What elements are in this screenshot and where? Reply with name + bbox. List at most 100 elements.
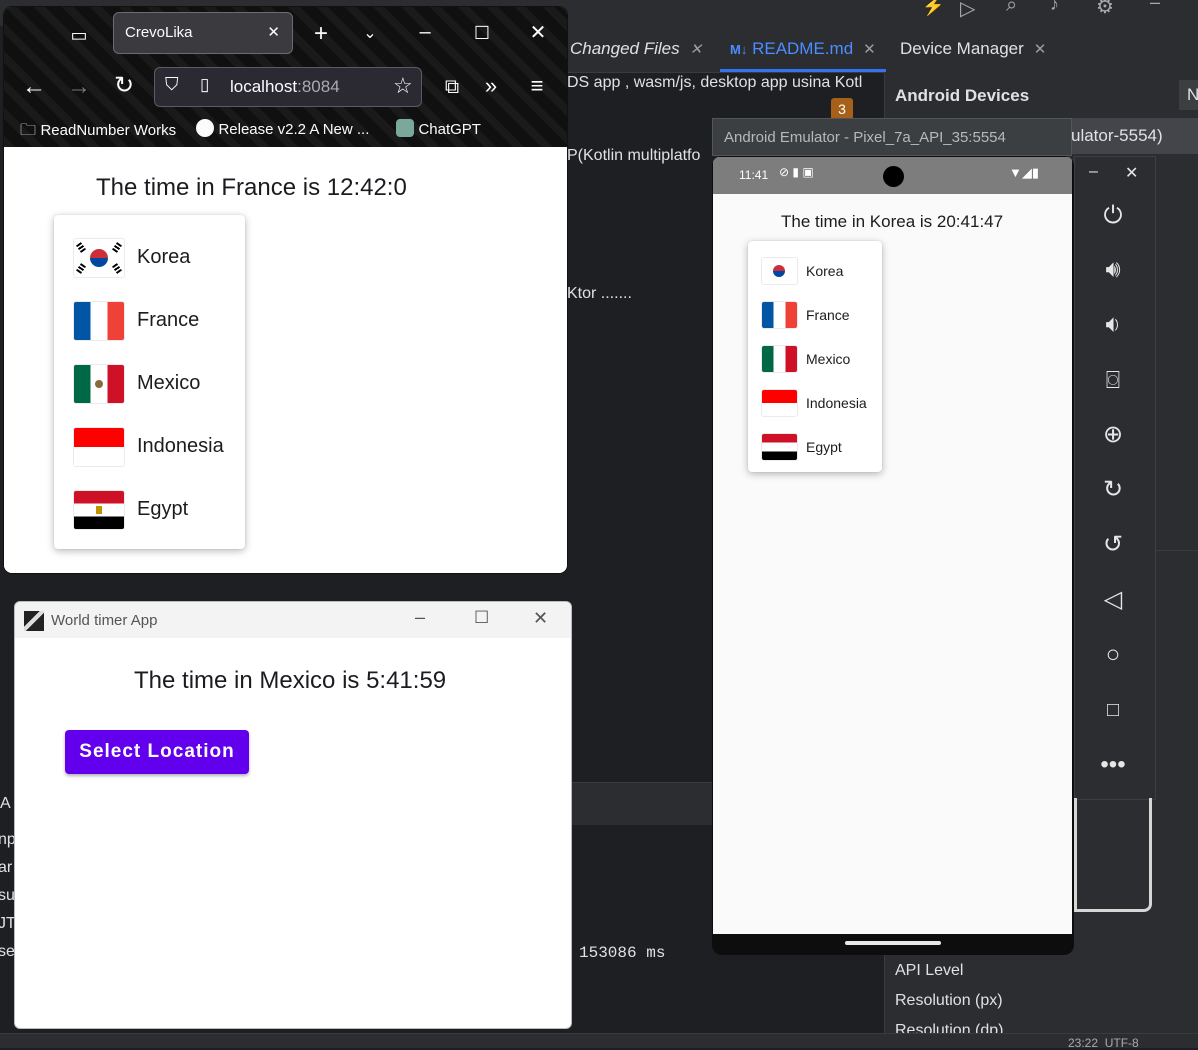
search-icon[interactable]: ⌕ [1006, 0, 1017, 17]
tab-overview-icon[interactable]: ▭ [64, 20, 94, 50]
back-icon[interactable]: ◁ [1095, 582, 1131, 618]
editor-tab-bar: Changed Files ✕ M↓ README.md ✕ Device Mana… [560, 26, 1198, 73]
home-icon[interactable]: ○ [1095, 637, 1131, 673]
bookmark-chatgpt[interactable]: ChatGPT [396, 119, 481, 139]
back-icon[interactable]: ← [19, 72, 49, 102]
country-label: Korea [137, 246, 191, 268]
gesture-nav-bar[interactable] [845, 941, 941, 945]
menu-item-mexico[interactable]: Mexico [748, 339, 850, 379]
status-text: 23:22 UTF-8 [1068, 1036, 1139, 1050]
bookmark-star-icon[interactable]: ☆ [393, 73, 413, 99]
add-device-button[interactable]: N [1179, 80, 1198, 110]
bookmark-release[interactable]: Release v2.2 A New ... [196, 119, 369, 139]
overflow-menu-icon[interactable]: » [476, 71, 506, 101]
close-icon[interactable]: ✕ [523, 18, 553, 48]
rotate-right-icon[interactable]: ↻ [1095, 472, 1131, 508]
page-info-icon[interactable]: ▯ [200, 75, 209, 95]
menu-item-indonesia[interactable]: Indonesia [54, 418, 224, 475]
tab-readme[interactable]: M↓ README.md ✕ [720, 26, 886, 72]
select-location-button[interactable]: Select Location [65, 730, 249, 774]
france-flag-icon [74, 301, 124, 340]
gutter-fragment: se [0, 943, 15, 960]
bookmark-readnumber[interactable]: 🗀 ReadNumber Works [20, 119, 176, 146]
editor-line: Ktor ....... [567, 285, 632, 302]
notifications-icon[interactable]: ♪ [1050, 0, 1059, 15]
tab-changed-files[interactable]: Changed Files ✕ [560, 26, 712, 72]
tab-list-chevron-icon[interactable]: ⌄ [355, 19, 385, 49]
power-icon[interactable]: ⏻ [1095, 198, 1131, 234]
minimize-icon[interactable]: – [415, 607, 425, 628]
extensions-icon[interactable]: ⧉ [437, 72, 467, 102]
menu-item-egypt[interactable]: Egypt [748, 427, 842, 467]
url-port: :8084 [297, 77, 340, 96]
egypt-flag-icon [74, 490, 124, 529]
url-text: localhost:8084 [230, 77, 340, 97]
close-icon[interactable]: ✕ [1034, 41, 1047, 58]
gutter-fragment: A [0, 795, 11, 812]
phone-frame: 11:41 ⊘ ▮ ▣ ▼◢▮ The time in Korea is 20:… [712, 156, 1074, 955]
run-icon[interactable]: ▷ [960, 0, 975, 21]
location-dropdown-menu: Korea France Mexico Indonesia Egypt [54, 215, 245, 549]
app-icon [24, 611, 44, 631]
maximize-icon[interactable]: ☐ [474, 608, 489, 628]
zoom-icon[interactable]: ⊕ [1095, 417, 1131, 453]
terminal-output: 153086 ms [579, 944, 666, 962]
camera-icon[interactable]: ⌼ [1095, 363, 1131, 399]
gutter-fragment: su [0, 887, 15, 904]
country-label: Mexico [806, 351, 851, 367]
emulator-frame-outline [1074, 798, 1152, 912]
time-display: The time in Korea is 20:41:47 [781, 212, 1004, 231]
new-tab-icon[interactable]: + [306, 19, 336, 49]
menu-item-korea[interactable]: Korea [748, 251, 843, 291]
overview-icon[interactable]: □ [1095, 692, 1131, 728]
minimize-icon[interactable]: – [410, 17, 440, 47]
close-icon[interactable]: ✕ [533, 608, 548, 629]
menu-item-indonesia[interactable]: Indonesia [748, 383, 867, 423]
camera-cutout [883, 166, 904, 187]
folder-icon: 🗀 [20, 122, 37, 139]
close-icon[interactable]: ✕ [690, 41, 703, 58]
browser-tab[interactable]: CrevoLika ✕ [113, 12, 293, 54]
hamburger-menu-icon[interactable]: ≡ [522, 71, 552, 101]
close-icon[interactable]: ✕ [863, 41, 876, 58]
egypt-flag-icon [762, 434, 797, 460]
emulator-titlebar[interactable]: Android Emulator - Pixel_7a_API_35:5554 [712, 118, 1072, 156]
status-icons: ⊘ ▮ ▣ [779, 165, 814, 179]
volume-down-icon[interactable]: 🔉︎ [1095, 307, 1131, 343]
close-tab-icon[interactable]: ✕ [267, 13, 280, 53]
phone-clock: 11:41 [739, 168, 769, 182]
menu-item-france[interactable]: France [748, 295, 850, 335]
volume-up-icon[interactable]: 🔊︎ [1095, 252, 1131, 288]
url-bar[interactable]: ⛉ ▯ localhost:8084 ☆ [154, 67, 422, 107]
left-gutter: A np ar su JT se [0, 573, 16, 1033]
prop-resolution-px: Resolution (px) [895, 992, 1003, 1009]
reload-icon[interactable]: ↻ [109, 71, 139, 101]
window-titlebar[interactable]: World timer App – ☐ ✕ [15, 602, 571, 638]
prop-api-level: API Level [895, 962, 964, 979]
menu-item-korea[interactable]: Korea [54, 229, 190, 286]
mexico-flag-icon [74, 364, 124, 403]
rotate-left-icon[interactable]: ↺ [1095, 527, 1131, 563]
shield-icon[interactable]: ⛉ [165, 74, 179, 95]
indonesia-flag-icon [74, 427, 124, 466]
editor-line: DS app , wasm/js, desktop app usina Kotl [567, 74, 863, 91]
toolbar-close-icon[interactable]: ✕ [1125, 163, 1138, 183]
window-title: World timer App [51, 612, 158, 629]
more-icon[interactable]: ••• [1095, 747, 1131, 783]
location-dropdown-menu: Korea France Mexico Indonesia Egypt [748, 241, 882, 472]
ai-icon[interactable]: ⚡ [922, 0, 944, 17]
minimize-icon[interactable]: – [1150, 0, 1160, 13]
forward-icon[interactable]: → [64, 72, 94, 102]
tab-label: Device Manager [900, 39, 1024, 58]
toolbar-minimize-icon[interactable]: – [1089, 163, 1098, 181]
country-label: Mexico [137, 372, 201, 394]
menu-item-mexico[interactable]: Mexico [54, 355, 200, 412]
maximize-icon[interactable]: ☐ [467, 18, 497, 48]
country-label: Egypt [137, 498, 189, 520]
settings-icon[interactable]: ⚙ [1096, 0, 1114, 19]
menu-item-egypt[interactable]: Egypt [54, 481, 188, 538]
browser-window: ▭ CrevoLika ✕ + ⌄ – ☐ ✕ ← → ↻ ⛉ ▯ localh… [4, 7, 567, 573]
menu-item-france[interactable]: France [54, 292, 199, 349]
indonesia-flag-icon [762, 390, 797, 416]
tab-device-manager[interactable]: Device Manager ✕ [890, 26, 1056, 72]
